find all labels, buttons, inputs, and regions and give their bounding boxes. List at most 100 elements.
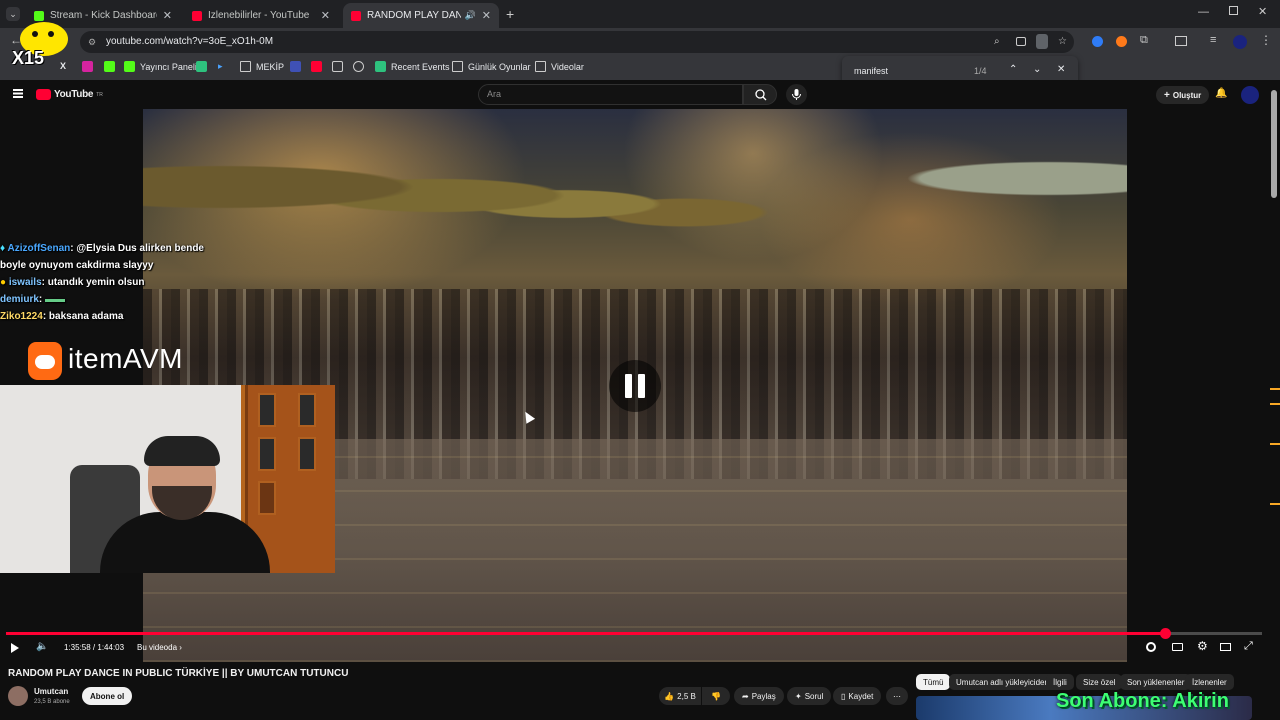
create-button[interactable]: + Oluştur bbox=[1156, 86, 1210, 104]
reading-mode-icon[interactable] bbox=[1036, 34, 1048, 49]
save-button[interactable]: ▯ Kaydet bbox=[833, 687, 882, 705]
share-button[interactable]: ➦ Paylaş bbox=[734, 687, 784, 705]
extension-icon[interactable] bbox=[1116, 36, 1127, 47]
tab-active-video[interactable]: RANDOM PLAY DANCE IN 🔊 ✕ bbox=[343, 3, 499, 28]
find-next-icon[interactable]: ⌄ bbox=[1033, 64, 1041, 75]
current-time: 1:35:58 bbox=[64, 643, 91, 652]
chip-all[interactable]: Tümü bbox=[916, 674, 951, 690]
menu-kebab-icon[interactable]: ⋮ bbox=[1260, 33, 1272, 47]
close-icon[interactable]: ✕ bbox=[163, 9, 172, 22]
find-match-marker bbox=[1270, 503, 1280, 505]
youtube-icon bbox=[311, 61, 322, 72]
bookmark-yayinci-paneli[interactable]: Yayıncı Paneli bbox=[124, 61, 197, 72]
image-icon bbox=[332, 61, 343, 72]
folder-icon bbox=[240, 61, 251, 72]
chip-related[interactable]: İlgili bbox=[1046, 674, 1074, 690]
find-close-icon[interactable]: ✕ bbox=[1057, 64, 1065, 75]
profile-avatar[interactable] bbox=[1233, 35, 1247, 49]
chapter-button[interactable]: Bu videoda › bbox=[137, 643, 182, 652]
notifications-bell-icon[interactable]: 🔔 bbox=[1215, 88, 1227, 99]
page-scrollbar-thumb[interactable] bbox=[1271, 90, 1277, 198]
app-icon bbox=[353, 61, 364, 72]
search-input[interactable]: Ara bbox=[478, 84, 743, 105]
ask-button[interactable]: ✦ Sorul bbox=[787, 687, 832, 705]
time-display: 1:35:58 / 1:44:03 bbox=[64, 643, 125, 652]
chat-username: Ziko1224 bbox=[0, 311, 43, 322]
extensions-puzzle-icon[interactable]: ⧉ bbox=[1140, 34, 1148, 47]
more-actions-button[interactable]: ⋯ bbox=[886, 687, 908, 705]
zoom-icon[interactable]: ⌕ bbox=[994, 31, 1000, 53]
like-button[interactable]: 👍 2,5 B bbox=[659, 687, 701, 705]
miniplayer-icon[interactable] bbox=[1220, 643, 1231, 651]
channel-name[interactable]: Umutcan bbox=[34, 687, 68, 696]
bookmark-instagram[interactable] bbox=[82, 61, 93, 72]
bookmark-mekip[interactable]: MEKİP bbox=[240, 61, 284, 72]
settings-gear-icon[interactable]: ⚙ bbox=[1197, 639, 1208, 653]
streamer-figure bbox=[100, 436, 270, 573]
media-control-icon[interactable]: ≡ bbox=[1210, 34, 1216, 46]
bookmark-kick[interactable] bbox=[104, 61, 115, 72]
chip-label: İlgili bbox=[1053, 677, 1067, 687]
pause-icon bbox=[625, 374, 632, 398]
bookmark-x[interactable]: X bbox=[60, 61, 66, 71]
like-count: 2,5 B bbox=[677, 691, 696, 701]
new-tab-button[interactable]: + bbox=[506, 6, 514, 22]
speaker-icon[interactable]: 🔊 bbox=[465, 10, 476, 21]
save-label: Kaydet bbox=[848, 691, 874, 701]
bookmark-image[interactable] bbox=[332, 61, 343, 72]
find-count: 1/4 bbox=[974, 66, 987, 76]
chip-recent[interactable]: Son yüklenenler bbox=[1120, 674, 1192, 690]
microphone-icon bbox=[792, 89, 801, 100]
restore-icon[interactable] bbox=[1229, 6, 1238, 15]
account-avatar[interactable] bbox=[1241, 86, 1259, 104]
channel-avatar[interactable] bbox=[8, 686, 28, 706]
pause-indicator[interactable] bbox=[609, 360, 661, 412]
webcam-overlay bbox=[0, 385, 335, 573]
youtube-logo[interactable]: YouTube TR bbox=[36, 89, 103, 100]
close-window-icon[interactable]: ✕ bbox=[1258, 5, 1267, 18]
bookmark-app[interactable] bbox=[196, 61, 207, 72]
door-pane bbox=[298, 437, 316, 471]
progress-bar[interactable] bbox=[6, 628, 1262, 639]
site-info-icon[interactable]: ⚙ bbox=[88, 31, 96, 53]
chip-from-uploader[interactable]: Umutcan adlı yükleyiciden bbox=[949, 674, 1056, 690]
search-button[interactable] bbox=[743, 84, 777, 105]
play-icon[interactable] bbox=[11, 643, 19, 653]
browser-tab-bar: ⌄ Stream - Kick Dashboard ✕ İzlenebilirl… bbox=[0, 0, 1280, 28]
bookmark-recent-events[interactable]: Recent Events bbox=[375, 61, 450, 72]
find-match-marker bbox=[1270, 443, 1280, 445]
subtitles-icon[interactable] bbox=[1172, 643, 1183, 651]
find-previous-icon[interactable]: ⌃ bbox=[1009, 64, 1017, 75]
volume-icon[interactable]: 🔈 bbox=[36, 641, 48, 652]
bookmark-blue[interactable] bbox=[290, 61, 301, 72]
bookmark-play[interactable]: ▸ bbox=[218, 61, 223, 72]
minimize-icon[interactable]: — bbox=[1198, 6, 1209, 18]
fullscreen-icon[interactable]: ⤢ bbox=[1244, 640, 1253, 653]
chat-username: demiurk bbox=[0, 294, 39, 305]
bookmark-star-icon[interactable]: ☆ bbox=[1058, 31, 1067, 53]
install-icon[interactable] bbox=[1016, 37, 1026, 46]
chip-watched[interactable]: İzlenenler bbox=[1185, 674, 1234, 690]
close-icon[interactable]: ✕ bbox=[482, 9, 491, 22]
autoplay-toggle-icon[interactable] bbox=[1146, 642, 1156, 652]
address-bar[interactable]: ⚙ youtube.com/watch?v=3oE_xO1h-0M ⌕ ☆ bbox=[80, 31, 1074, 53]
extension-icon[interactable] bbox=[1092, 36, 1103, 47]
shopping-bag-icon bbox=[28, 342, 62, 380]
bookmark-youtube[interactable] bbox=[311, 61, 322, 72]
bookmark-gunluk-oyunlar[interactable]: Günlük Oyunlar bbox=[452, 61, 531, 72]
tab-youtube-watchlist[interactable]: İzlenebilirler - YouTube ✕ bbox=[184, 3, 338, 28]
bookmark-videolar[interactable]: Videolar bbox=[535, 61, 584, 72]
hamburger-menu-icon[interactable] bbox=[13, 89, 23, 91]
tab-title: İzlenebilirler - YouTube bbox=[208, 10, 310, 21]
close-icon[interactable]: ✕ bbox=[321, 9, 330, 22]
bookmark-circle[interactable] bbox=[353, 61, 364, 72]
voice-search-button[interactable] bbox=[786, 84, 807, 105]
find-input[interactable]: manifest bbox=[854, 66, 888, 76]
side-panel-icon[interactable] bbox=[1175, 36, 1187, 46]
tab-search-button[interactable]: ⌄ bbox=[6, 7, 20, 21]
dislike-button[interactable]: 👎 bbox=[702, 687, 730, 705]
chat-message: ♦ AzizoffSenan: @Elysia Dus alirken bend… bbox=[0, 240, 220, 274]
chip-for-you[interactable]: Size özel bbox=[1076, 674, 1123, 690]
last-subscriber-banner: Son Abone: Akirin bbox=[1056, 690, 1229, 712]
subscribe-button[interactable]: Abone ol bbox=[82, 687, 133, 705]
